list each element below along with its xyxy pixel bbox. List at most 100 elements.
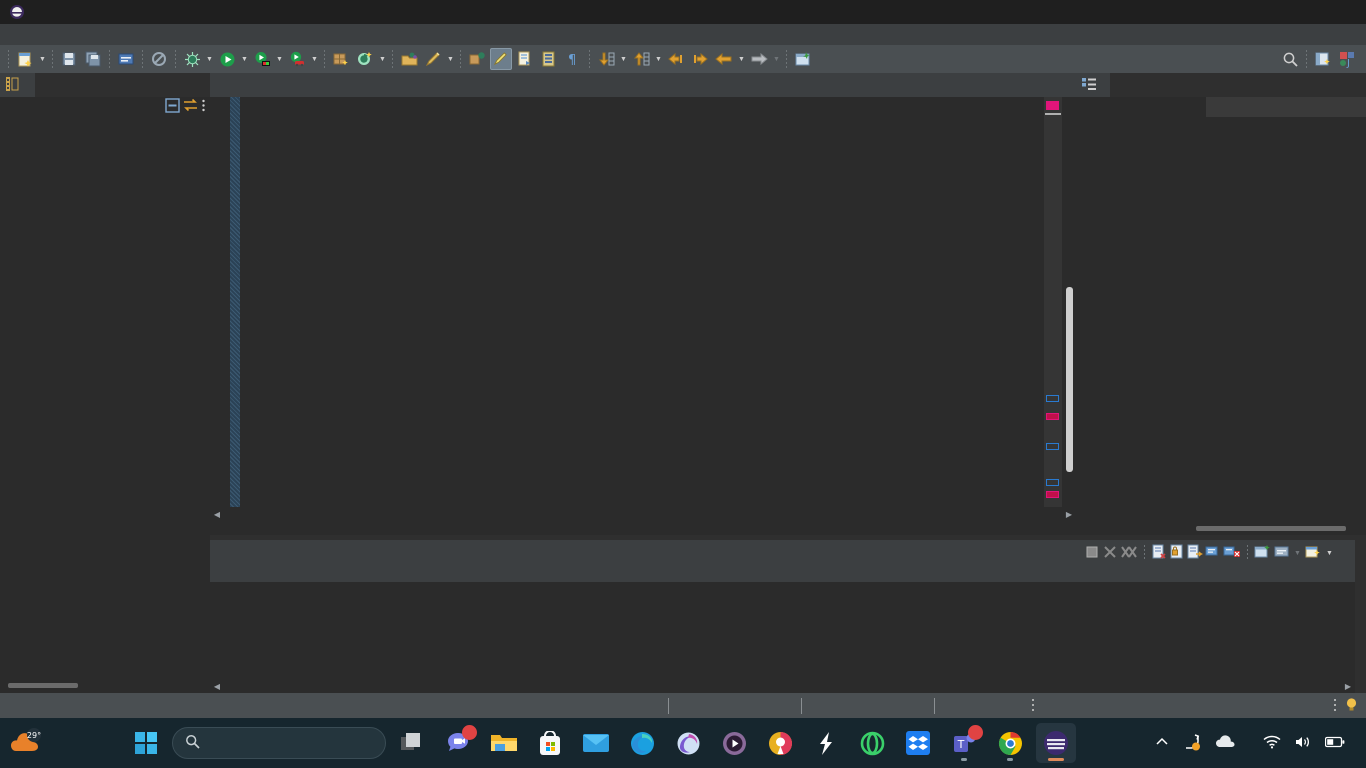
eclipse-icon[interactable]: [1036, 723, 1076, 763]
volume-icon[interactable]: [1294, 735, 1312, 752]
cloud-icon[interactable]: [1215, 734, 1237, 752]
editor-hscrollbar[interactable]: ◀ ▶: [210, 507, 1076, 521]
console-view-icon[interactable]: [115, 48, 137, 70]
last-edit-location-icon[interactable]: [665, 48, 687, 70]
media-player-icon[interactable]: [714, 723, 754, 763]
editor-marker-ruler[interactable]: [210, 97, 230, 521]
coverage-dropdown-icon[interactable]: ▼: [274, 48, 285, 70]
open-console-icon[interactable]: [1254, 544, 1272, 563]
new-java-package-icon[interactable]: [330, 48, 352, 70]
editor-body[interactable]: ◀ ▶: [210, 97, 1076, 521]
search-toolbar-icon[interactable]: [1279, 48, 1301, 70]
quick-fix-dropdown-icon[interactable]: ▼: [445, 48, 456, 70]
minimize-button[interactable]: [1231, 0, 1276, 24]
previous-annotation-icon[interactable]: [630, 48, 652, 70]
open-perspective-icon[interactable]: [1312, 48, 1334, 70]
maximize-button[interactable]: [1276, 0, 1321, 24]
outline-hscroll-thumb[interactable]: [1196, 526, 1346, 531]
hscroll-right-arrow[interactable]: ▶: [1062, 510, 1076, 519]
previous-annotation-dropdown-icon[interactable]: ▼: [653, 48, 664, 70]
new-console-view-icon[interactable]: [1305, 544, 1322, 563]
status-overflow-icon[interactable]: [1027, 698, 1039, 714]
office-icon[interactable]: [668, 723, 708, 763]
link-with-editor-icon[interactable]: [183, 98, 198, 116]
mail-icon[interactable]: [576, 723, 616, 763]
quick-fix-icon[interactable]: [422, 48, 444, 70]
open-structured-selection-icon[interactable]: [538, 48, 560, 70]
open-task-icon[interactable]: [514, 48, 536, 70]
security-icon[interactable]: [760, 723, 800, 763]
dropbox-icon[interactable]: [898, 723, 938, 763]
show-hidden-icons-chevron[interactable]: [1155, 735, 1169, 752]
search-type-icon[interactable]: [466, 48, 488, 70]
tab-package-explorer[interactable]: [0, 73, 35, 97]
console-hscroll-track[interactable]: [224, 682, 1341, 691]
debug-icon[interactable]: [181, 48, 203, 70]
overview-task-mark[interactable]: [1046, 443, 1059, 450]
taskbar-search-box[interactable]: [172, 727, 386, 759]
hscroll-left-arrow[interactable]: ◀: [210, 510, 224, 519]
run-icon[interactable]: [216, 48, 238, 70]
clear-console-icon[interactable]: [1151, 544, 1167, 563]
console-vscrollbar[interactable]: [1341, 582, 1355, 679]
battery-icon[interactable]: [1324, 736, 1345, 751]
skip-breakpoints-icon[interactable]: [148, 48, 170, 70]
edge-icon[interactable]: [622, 723, 662, 763]
scroll-lock-icon[interactable]: [1169, 544, 1185, 563]
pin-console-icon[interactable]: [1205, 544, 1221, 563]
onedrive-sync-icon[interactable]: [1182, 733, 1202, 754]
weather-widget[interactable]: 29°: [10, 727, 44, 760]
overview-error-mark[interactable]: [1046, 101, 1059, 110]
wifi-icon[interactable]: [1263, 735, 1281, 752]
file-explorer-icon[interactable]: [484, 723, 524, 763]
microsoft-teams-icon[interactable]: T: [944, 723, 984, 763]
overview-error-mark[interactable]: [1046, 491, 1059, 498]
next-annotation-icon[interactable]: [595, 48, 617, 70]
hscroll-track[interactable]: [224, 510, 1062, 519]
microsoft-store-icon[interactable]: [530, 723, 570, 763]
next-annotation-dropdown-icon[interactable]: ▼: [618, 48, 629, 70]
outline-hscrollbar[interactable]: [1076, 523, 1366, 535]
back-dropdown-icon[interactable]: ▼: [736, 48, 747, 70]
new-wizard-dropdown-icon[interactable]: ▼: [37, 48, 48, 70]
forward-edit-location-icon[interactable]: [689, 48, 711, 70]
windows-start-icon[interactable]: [126, 723, 166, 763]
save-all-icon[interactable]: [82, 48, 104, 70]
console-hscrollbar[interactable]: ◀ ▶: [210, 679, 1355, 693]
editor-vscrollbar[interactable]: [1062, 97, 1076, 521]
show-whitespace-icon[interactable]: ¶: [562, 48, 584, 70]
overview-task-mark[interactable]: [1046, 395, 1059, 402]
new-class-dropdown-icon[interactable]: ▼: [377, 48, 388, 70]
external-tools-dropdown-icon[interactable]: ▼: [309, 48, 320, 70]
back-navigation-icon[interactable]: [713, 48, 735, 70]
package-explorer-hscrollbar[interactable]: [0, 683, 205, 691]
open-type-icon[interactable]: [398, 48, 420, 70]
save-icon[interactable]: [58, 48, 80, 70]
view-menu-icon[interactable]: [201, 98, 206, 116]
run-dropdown-icon[interactable]: ▼: [239, 48, 250, 70]
close-button[interactable]: [1321, 0, 1366, 24]
forward-navigation-icon[interactable]: [748, 48, 770, 70]
pin-editor-icon[interactable]: [792, 48, 814, 70]
status-right-overflow-icon[interactable]: [1329, 698, 1341, 714]
debug-dropdown-icon[interactable]: ▼: [204, 48, 215, 70]
tab-outline[interactable]: [1076, 73, 1110, 97]
run-coverage-icon[interactable]: [251, 48, 273, 70]
task-view-icon[interactable]: [392, 723, 432, 763]
opera-gx-icon[interactable]: [852, 723, 892, 763]
console-output[interactable]: [210, 582, 1341, 679]
quick-access-bulb-icon[interactable]: [1345, 697, 1358, 715]
new-console-dropdown-icon[interactable]: ▼: [1324, 542, 1335, 564]
toggle-mark-occurrences-icon[interactable]: [490, 48, 512, 70]
console-hscroll-left-arrow[interactable]: ◀: [210, 682, 224, 691]
editor-folding-ruler[interactable]: [230, 97, 240, 521]
editor-vscroll-thumb[interactable]: [1066, 287, 1073, 472]
java-perspective-icon[interactable]: J: [1336, 48, 1358, 70]
run-external-tools-icon[interactable]: [286, 48, 308, 70]
editor-overview-ruler[interactable]: [1044, 97, 1062, 521]
console-view-mode-icon[interactable]: [1274, 544, 1290, 563]
overview-task-mark[interactable]: [1046, 479, 1059, 486]
shareit-icon[interactable]: [806, 723, 846, 763]
new-wizard-icon[interactable]: [14, 48, 36, 70]
chrome-icon[interactable]: [990, 723, 1030, 763]
